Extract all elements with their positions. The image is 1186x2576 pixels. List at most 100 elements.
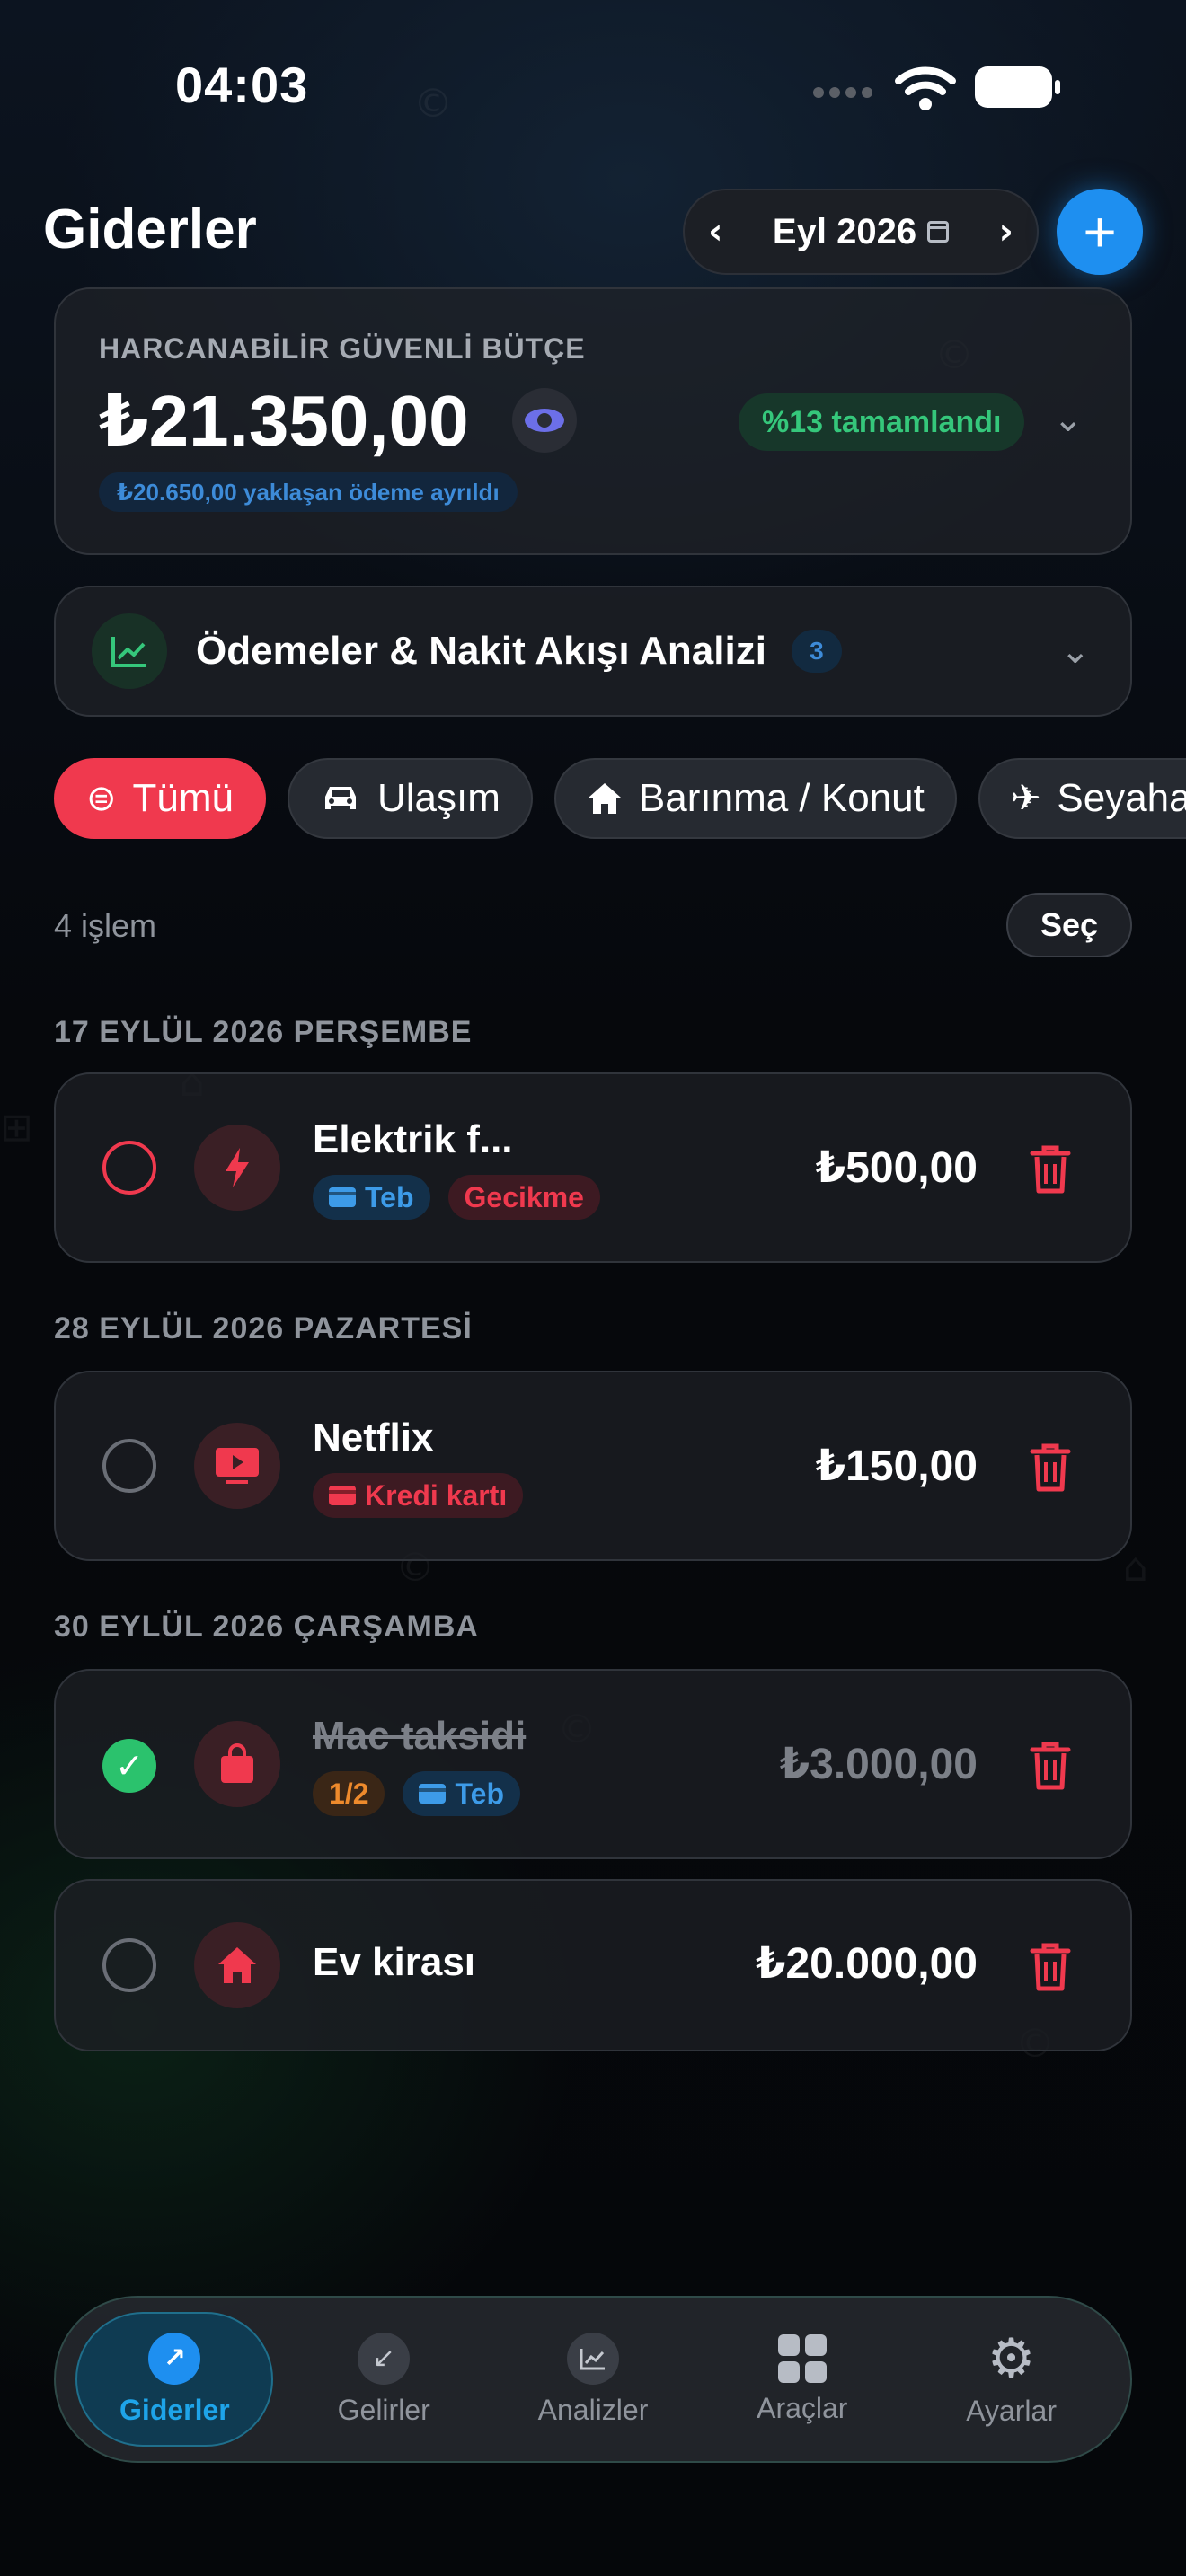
- transaction-title: Mac taksidi: [313, 1714, 527, 1758]
- bottom-navigation: ↗ Giderler ↙ Gelirler Analizler Araçlar …: [54, 2296, 1132, 2463]
- calendar-icon: [927, 221, 950, 243]
- account-tag: Teb: [403, 1771, 520, 1816]
- transaction-title: Elektrik f...: [313, 1117, 513, 1161]
- tag-label: Kredi kartı: [365, 1478, 508, 1512]
- grid-icon: [777, 2333, 827, 2383]
- trash-icon[interactable]: [1029, 1144, 1072, 1195]
- nav-label: Analizler: [537, 2393, 649, 2426]
- home-icon: [588, 783, 621, 814]
- tv-play-icon: [194, 1423, 280, 1509]
- date-header: 28 EYLÜL 2026 PAZARTESİ: [54, 1311, 473, 1345]
- status-checkbox[interactable]: [102, 1439, 156, 1493]
- chevron-left-icon[interactable]: ‹: [708, 211, 722, 252]
- transaction-title: Ev kirası: [313, 1940, 476, 1984]
- account-tag: Teb: [313, 1175, 430, 1220]
- chart-line-icon: [92, 613, 167, 689]
- credit-card-icon: [329, 1187, 356, 1207]
- eye-icon: [525, 409, 564, 432]
- nav-label: Araçlar: [757, 2391, 848, 2424]
- budget-label: HARCANABİLİR GÜVENLİ BÜTÇE: [99, 332, 586, 365]
- month-picker[interactable]: Eyl 2026: [772, 211, 950, 252]
- status-checkbox[interactable]: [102, 1938, 156, 1992]
- nav-label: Giderler: [119, 2393, 230, 2426]
- transaction-tags: Teb Gecikme: [313, 1175, 600, 1220]
- nav-tab-income[interactable]: ↙ Gelirler: [285, 2312, 482, 2447]
- add-expense-button[interactable]: +: [1057, 189, 1143, 275]
- transaction-card[interactable]: Ev kirası ₺20.000,00: [54, 1879, 1132, 2051]
- tag-label: Teb: [365, 1180, 414, 1213]
- reserved-badge: ₺20.650,00 yaklaşan ödeme ayrıldı: [99, 472, 518, 512]
- status-time: 04:03: [175, 57, 309, 113]
- lightning-icon: [194, 1125, 280, 1211]
- status-checkbox[interactable]: [102, 1141, 156, 1195]
- date-header: 17 EYLÜL 2026 PERŞEMBE: [54, 1015, 473, 1049]
- transaction-title: Netflix: [313, 1416, 434, 1460]
- filter-chips: ⊜ Tümü Ulaşım Barınma / Konut ✈ Seyaha: [54, 758, 1186, 839]
- plus-icon: +: [1083, 199, 1117, 264]
- status-checkbox-checked[interactable]: ✓: [102, 1739, 156, 1793]
- background-coin-icon: ©: [413, 81, 453, 127]
- transaction-tags: 1/2 Teb: [313, 1771, 520, 1816]
- arrow-down-left-icon: ↙: [358, 2332, 411, 2385]
- month-label: Eyl 2026: [772, 211, 917, 251]
- app-screen: © © ⊞ ⌂ © © ⌂ © 04:03 Giderler ‹ Eyl 202…: [0, 0, 1186, 2576]
- tag-label: Teb: [455, 1777, 504, 1810]
- battery-icon: [975, 66, 1060, 108]
- transaction-count: 4 işlem: [54, 907, 157, 944]
- transaction-amount: ₺20.000,00: [756, 1940, 978, 1988]
- transaction-amount: ₺150,00: [815, 1442, 978, 1490]
- transaction-card[interactable]: Netflix Kredi kartı ₺150,00: [54, 1371, 1132, 1561]
- nav-label: Ayarlar: [966, 2394, 1057, 2427]
- trash-icon[interactable]: [1029, 1942, 1072, 1992]
- analysis-title: Ödemeler & Nakit Akışı Analizi: [196, 629, 766, 673]
- background-bank-icon: ⌂: [1123, 1545, 1148, 1591]
- tag-label: 1/2: [329, 1777, 369, 1810]
- chevron-down-icon[interactable]: ⌄: [1060, 631, 1091, 672]
- installment-tag: 1/2: [313, 1771, 385, 1816]
- filter-chip-label: Barınma / Konut: [638, 776, 925, 820]
- transaction-card[interactable]: ✓ Mac taksidi 1/2 Teb ₺3.000,00: [54, 1669, 1132, 1859]
- filter-chip-all[interactable]: ⊜ Tümü: [54, 758, 266, 839]
- car-icon: [325, 787, 356, 809]
- credit-card-icon: [419, 1784, 447, 1804]
- nav-tab-analytics[interactable]: Analizler: [494, 2312, 692, 2447]
- airplane-icon: ✈: [1010, 778, 1041, 819]
- signal-dots-icon: [813, 86, 878, 102]
- filter-chip-housing[interactable]: Barınma / Konut: [553, 758, 957, 839]
- select-button[interactable]: Seç: [1006, 893, 1132, 957]
- analysis-count-badge: 3: [791, 630, 842, 673]
- transaction-card[interactable]: Elektrik f... Teb Gecikme ₺500,00: [54, 1072, 1132, 1263]
- filter-icon: ⊜: [86, 778, 117, 819]
- chart-line-icon: [566, 2332, 619, 2385]
- nav-tab-tools[interactable]: Araçlar: [704, 2312, 901, 2447]
- arrow-up-right-icon: ↗: [148, 2332, 201, 2385]
- filter-chip-travel[interactable]: ✈ Seyahat: [978, 758, 1186, 839]
- page-title: Giderler: [43, 198, 257, 260]
- transaction-amount: ₺500,00: [815, 1144, 978, 1192]
- shopping-bag-icon: [194, 1721, 280, 1807]
- credit-card-icon: [329, 1486, 356, 1505]
- filter-chip-transport[interactable]: Ulaşım: [288, 758, 533, 839]
- progress-badge: %13 tamamlandı: [739, 393, 1025, 451]
- tag-label: Gecikme: [464, 1180, 584, 1213]
- budget-card[interactable]: HARCANABİLİR GÜVENLİ BÜTÇE ₺21.350,00 %1…: [54, 287, 1132, 555]
- month-selector: ‹ Eyl 2026 ›: [683, 189, 1039, 275]
- wifi-icon: [895, 66, 956, 110]
- background-cart-icon: ⊞: [0, 1105, 33, 1151]
- filter-chip-label: Seyahat: [1057, 776, 1186, 820]
- trash-icon[interactable]: [1029, 1741, 1072, 1791]
- toggle-visibility-button[interactable]: [512, 388, 577, 453]
- trash-icon[interactable]: [1029, 1442, 1072, 1493]
- transaction-tags: Kredi kartı: [313, 1473, 524, 1518]
- date-header: 30 EYLÜL 2026 ÇARŞAMBA: [54, 1610, 479, 1644]
- house-icon: [194, 1922, 280, 2008]
- transaction-amount: ₺3.000,00: [779, 1741, 978, 1788]
- nav-label: Gelirler: [337, 2393, 430, 2426]
- checkmark-icon: ✓: [115, 1746, 144, 1786]
- account-tag: Kredi kartı: [313, 1473, 524, 1518]
- nav-tab-settings[interactable]: ⚙ Ayarlar: [913, 2312, 1111, 2447]
- analysis-card[interactable]: Ödemeler & Nakit Akışı Analizi 3 ⌄: [54, 586, 1132, 717]
- nav-tab-expenses[interactable]: ↗ Giderler: [75, 2312, 274, 2447]
- chevron-right-icon[interactable]: ›: [999, 211, 1013, 252]
- chevron-down-icon[interactable]: ⌄: [1053, 399, 1084, 440]
